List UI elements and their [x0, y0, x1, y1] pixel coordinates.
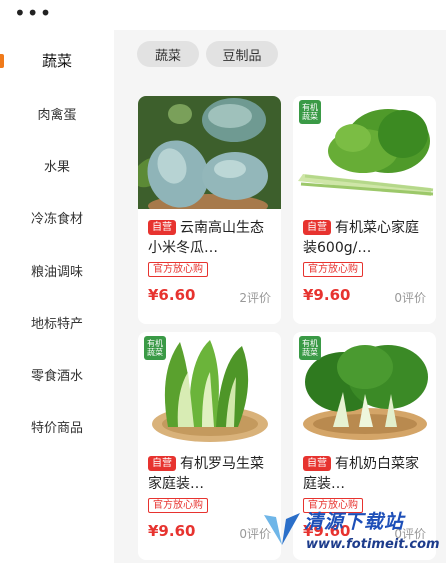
official-tag: 官方放心购	[148, 498, 208, 513]
sidebar-item-vegetables[interactable]: 蔬菜	[0, 34, 114, 86]
sidebar-item-label: 冷冻食材	[30, 211, 83, 227]
official-tag: 官方放心购	[148, 262, 208, 277]
organic-badge: 有机 蔬菜	[144, 336, 166, 360]
winter-melon-image	[138, 96, 281, 209]
sidebar-item-local-specialty[interactable]: 地标特产	[0, 296, 114, 348]
sidebar-item-label: 粮油调味	[30, 264, 83, 280]
more-menu-icon[interactable]: •••	[14, 3, 52, 23]
category-sidebar: 蔬菜 肉禽蛋 水果 冷冻食材 粮油调味 地标特产 零食酒水 特价商品	[0, 30, 114, 563]
product-price: ¥9.60	[148, 522, 196, 540]
official-tag: 官方放心购	[303, 262, 363, 277]
product-title: 自营 有机罗马生菜家庭装…	[148, 454, 276, 494]
watermark-url: www.fotimeit.com	[306, 537, 440, 552]
product-card[interactable]: 有机 蔬菜 自营 有机罗马生菜家庭装… 官方放心购 ¥9.60 0评价	[138, 332, 281, 560]
sidebar-item-grain-oil[interactable]: 粮油调味	[0, 244, 114, 296]
self-operated-badge: 自营	[148, 456, 176, 471]
product-price: ¥6.60	[148, 286, 196, 304]
watermark-title: 清源下载站	[304, 511, 405, 533]
product-title: 自营 有机菜心家庭装600g/…	[303, 218, 431, 258]
product-title: 自营 云南高山生态小米冬瓜…	[148, 218, 276, 258]
sidebar-item-label: 水果	[43, 159, 70, 175]
review-count: 0评价	[394, 291, 426, 305]
chip-tofu-products[interactable]: 豆制品	[206, 41, 278, 67]
watermark-logo-icon	[264, 513, 300, 545]
organic-badge: 有机 蔬菜	[299, 100, 321, 124]
sidebar-item-fruit[interactable]: 水果	[0, 139, 114, 191]
chip-vegetables[interactable]: 蔬菜	[137, 41, 199, 67]
review-count: 2评价	[239, 291, 271, 305]
product-price: ¥9.60	[303, 286, 351, 304]
sidebar-item-label: 地标特产	[30, 316, 83, 332]
sidebar-item-snacks-drinks[interactable]: 零食酒水	[0, 348, 114, 400]
product-card[interactable]: 有机 蔬菜 自营 有机菜心家庭装600g/… 官方放心购 ¥9.60 0评价	[293, 96, 436, 324]
active-indicator	[0, 54, 4, 68]
sidebar-item-label: 肉禽蛋	[37, 107, 77, 123]
self-operated-badge: 自营	[148, 220, 176, 235]
sidebar-item-frozen[interactable]: 冷冻食材	[0, 191, 114, 243]
sidebar-item-special-offers[interactable]: 特价商品	[0, 400, 114, 452]
sidebar-item-meat[interactable]: 肉禽蛋	[0, 87, 114, 139]
sidebar-item-label: 特价商品	[30, 420, 83, 436]
organic-badge: 有机 蔬菜	[299, 336, 321, 360]
product-card[interactable]: 自营 云南高山生态小米冬瓜… 官方放心购 ¥6.60 2评价	[138, 96, 281, 324]
self-operated-badge: 自营	[303, 220, 331, 235]
product-area: 蔬菜 豆制品 自营 云南高山生态小米冬瓜… 官方放心购 ¥6.60 2评价 有机…	[114, 30, 446, 563]
self-operated-badge: 自营	[303, 456, 331, 471]
site-watermark: 清源下载站 www.fotimeit.com	[262, 505, 446, 563]
product-title: 自营 有机奶白菜家庭装…	[303, 454, 431, 494]
sidebar-item-label: 蔬菜	[41, 51, 72, 70]
sidebar-item-label: 零食酒水	[30, 368, 83, 384]
top-bar: •••	[0, 0, 446, 30]
